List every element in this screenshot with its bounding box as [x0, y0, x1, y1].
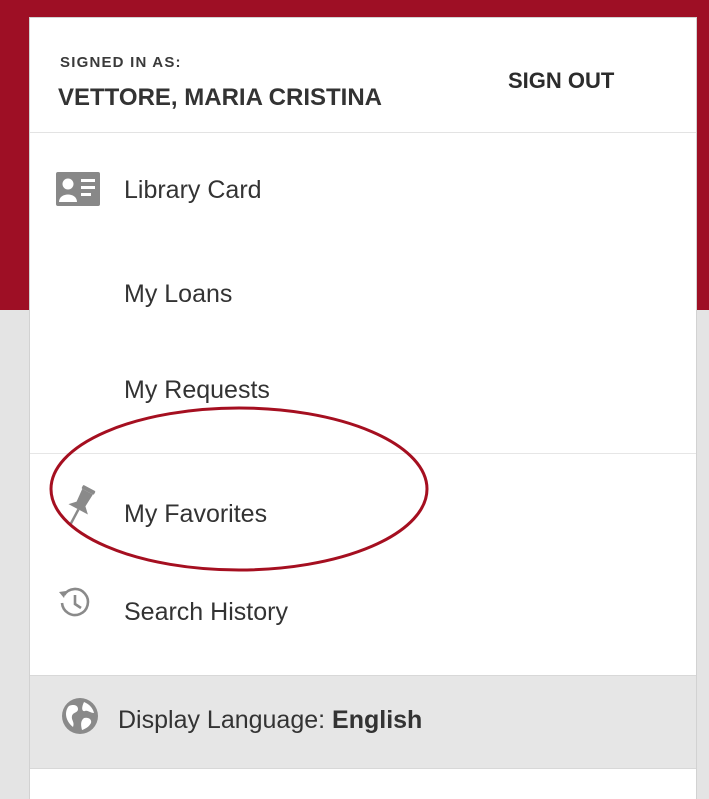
- highlight-annotation-ring: [49, 406, 429, 572]
- display-language-value: English: [332, 706, 423, 734]
- menu-item-label: Library Card: [124, 176, 262, 204]
- menu-item-my-loans[interactable]: My Loans: [30, 266, 696, 326]
- menu-item-label: Search History: [124, 598, 288, 626]
- menu-item-library-card[interactable]: Library Card: [30, 162, 696, 222]
- display-language-selector[interactable]: Display Language: English: [30, 675, 696, 769]
- id-card-icon: [56, 172, 100, 206]
- globe-icon: [62, 698, 98, 734]
- display-language-label: Display Language: English: [118, 706, 422, 735]
- sign-out-button[interactable]: SIGN OUT: [508, 68, 614, 94]
- display-language-prefix: Display Language:: [118, 706, 333, 734]
- user-name: VETTORE, MARIA CRISTINA: [58, 84, 383, 111]
- signed-in-label: SIGNED IN AS:: [60, 54, 182, 71]
- history-icon: [59, 587, 90, 617]
- menu-item-label: My Requests: [124, 376, 270, 404]
- signed-in-section: SIGNED IN AS: VETTORE, MARIA CRISTINA SI…: [30, 18, 696, 133]
- menu-item-label: My Loans: [124, 280, 233, 308]
- menu-item-search-history[interactable]: Search History: [30, 584, 696, 644]
